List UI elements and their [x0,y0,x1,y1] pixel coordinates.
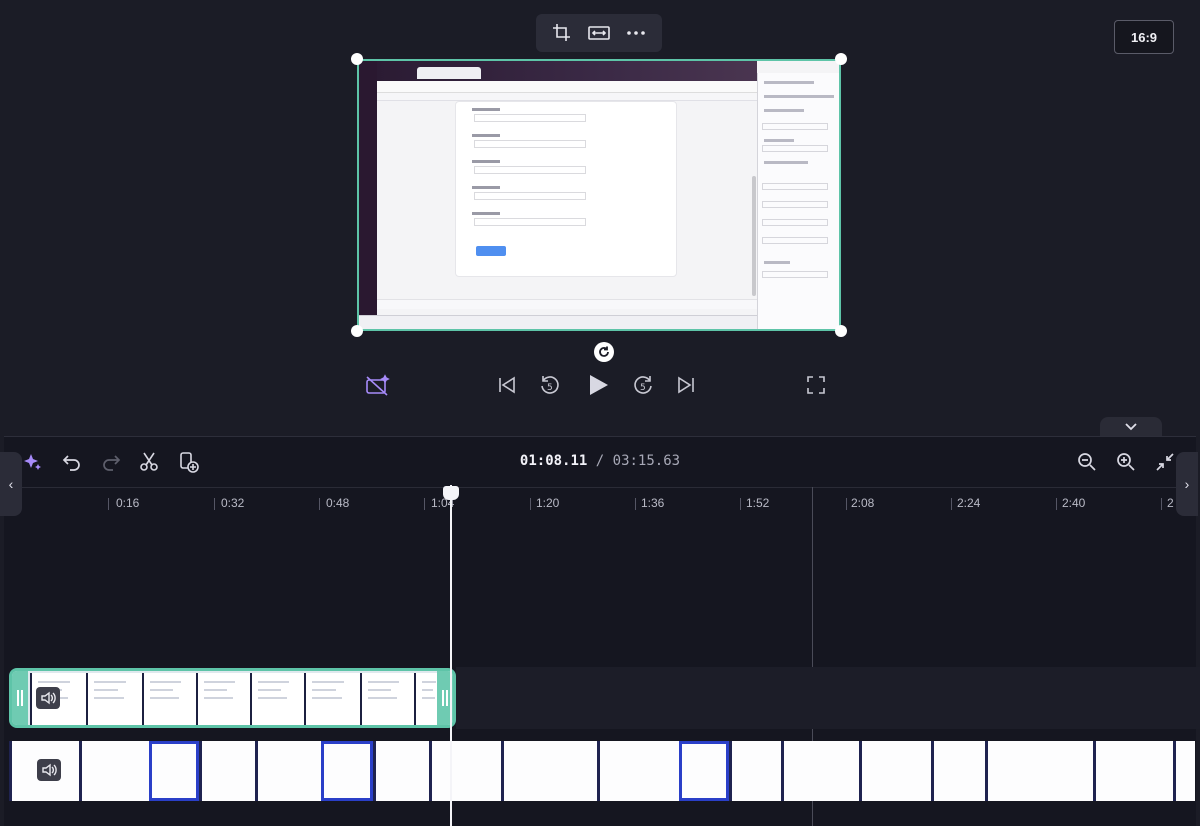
clip-thumbnail [255,741,321,801]
clip-trim-handle-left[interactable] [12,671,28,725]
svg-text:5: 5 [547,383,553,393]
tick-label: 2:08 [851,496,875,510]
collapse-preview-button[interactable] [1100,417,1162,437]
clip-thumbnail [1093,741,1173,801]
clip-thumbnail [679,741,729,801]
timeline-panel: 01:08.11 / 03:15.63 0:16 0:32 0:48 1:04 … [4,436,1200,826]
clip-thumbnail [373,741,429,801]
clip-thumbnail [86,673,142,725]
play-icon[interactable] [583,370,613,400]
skip-back-icon[interactable] [492,370,522,400]
track-empty-area [456,667,1200,729]
screenshot-addressbar [377,81,757,93]
forward-5-icon[interactable]: 5 [628,370,658,400]
main-video-clip[interactable] [9,741,1195,801]
timeline-toolbar: 01:08.11 / 03:15.63 [4,437,1196,487]
skip-forward-icon[interactable] [671,370,701,400]
playback-controls: 5 5 [0,370,1200,400]
clip-thumbnail [142,673,196,725]
zoom-out-icon[interactable] [1074,449,1100,475]
tick-label: 2:24 [957,496,981,510]
fit-icon[interactable] [584,18,614,48]
screenshot-sidebar [359,61,377,329]
preview-area: 16:9 5 5 [0,0,1200,436]
speaker-icon[interactable] [36,687,60,709]
clip-thumbnail [931,741,985,801]
video-preview-frame[interactable] [357,59,841,331]
chevron-right-icon[interactable]: › [1176,452,1198,516]
playhead-handle[interactable] [443,486,459,500]
tick-label: 1:36 [641,496,665,510]
clip-thumbnail [250,673,304,725]
time-separator: / [587,453,613,469]
clip-thumbnail [79,741,149,801]
preview-toolbar [536,14,662,52]
magic-camera-icon[interactable] [363,370,393,400]
clip-thumbnail [149,741,199,801]
clip-thumbnail [597,741,679,801]
clip-thumbnail [199,741,255,801]
clip-thumbnail [360,673,414,725]
speaker-icon[interactable] [37,759,61,781]
selected-clip[interactable] [9,668,456,728]
screenshot-form [455,101,677,277]
clip-thumbnail [859,741,931,801]
clip-thumbnail [304,673,360,725]
clip-thumbnail [196,673,250,725]
clip-thumbnail [1173,741,1195,801]
more-icon[interactable] [621,18,651,48]
clip-thumbnail [729,741,781,801]
aspect-ratio-button[interactable]: 16:9 [1114,20,1174,54]
rewind-5-icon[interactable]: 5 [535,370,565,400]
svg-text:5: 5 [640,383,646,393]
tick-label: 0:16 [116,496,140,510]
resize-handle-bottom-left[interactable] [351,325,363,337]
resize-handle-bottom-right[interactable] [835,325,847,337]
tick-label: 2 [1167,496,1174,510]
fullscreen-icon[interactable] [801,370,831,400]
time-ruler[interactable]: 0:16 0:32 0:48 1:04 1:20 1:36 1:52 2:08 … [4,487,1196,517]
resize-handle-top-right[interactable] [835,53,847,65]
playhead[interactable] [450,485,452,826]
clip-thumbnail [781,741,859,801]
tick-label: 2:40 [1062,496,1086,510]
clip-thumbnail [501,741,597,801]
clip-thumbnail [321,741,373,801]
clip-thumbnail [985,741,1093,801]
crop-icon[interactable] [547,18,577,48]
fit-timeline-icon[interactable] [1152,449,1178,475]
timecode: 01:08.11 / 03:15.63 [4,453,1196,469]
screenshot-panel [757,73,839,329]
tick-label: 1:20 [536,496,560,510]
screenshot-titlebar [377,61,757,81]
total-time: 03:15.63 [612,453,681,469]
resize-handle-top-left[interactable] [351,53,363,65]
current-time: 01:08.11 [519,453,588,469]
tick-label: 0:48 [326,496,350,510]
zoom-in-icon[interactable] [1113,449,1139,475]
clip-thumbnail [429,741,501,801]
tick-label: 0:32 [221,496,245,510]
rotate-icon[interactable] [594,342,614,362]
tick-label: 1:52 [746,496,770,510]
chevron-left-icon[interactable]: ‹ [0,452,22,516]
